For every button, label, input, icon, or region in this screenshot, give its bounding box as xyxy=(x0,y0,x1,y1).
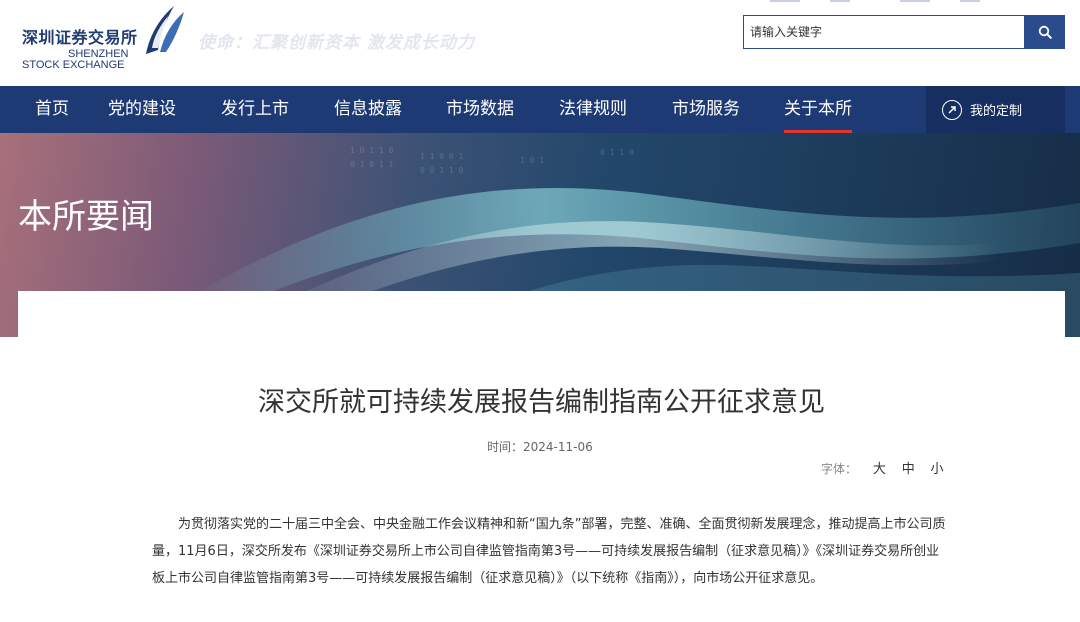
svg-text:0 0 1 1 0: 0 0 1 1 0 xyxy=(420,166,464,175)
nav-item-listing[interactable]: 发行上市 xyxy=(221,86,289,133)
article-title: 深交所就可持续发展报告编制指南公开征求意见 xyxy=(258,387,825,418)
article-card: 深交所就可持续发展报告编制指南公开征求意见 时间：2024-11-06 字体： … xyxy=(18,291,1065,622)
nav-item-rules[interactable]: 法律规则 xyxy=(559,86,627,133)
font-size-label: 字体： xyxy=(821,462,858,476)
search-button[interactable] xyxy=(1024,15,1065,49)
nav-item-market-data[interactable]: 市场数据 xyxy=(446,86,514,133)
site-header: 深圳证券交易所 SHENZHEN STOCK EXCHANGE 使命：汇聚创新资… xyxy=(0,0,1080,86)
search-bar xyxy=(743,15,1065,49)
svg-text:1 1 0 0 1: 1 1 0 0 1 xyxy=(420,152,464,161)
szse-logo[interactable]: 深圳证券交易所 SHENZHEN STOCK EXCHANGE xyxy=(20,4,190,72)
article-body: 为贯彻落实党的二十届三中全会、中央金融工作会议精神和新“国九条”部署，完整、准确… xyxy=(152,511,952,592)
font-size-small[interactable]: 小 xyxy=(931,462,944,477)
svg-text:0 1 1 0: 0 1 1 0 xyxy=(600,148,634,157)
nav-item-home[interactable]: 首页 xyxy=(35,86,69,133)
search-input[interactable] xyxy=(743,15,1024,49)
top-decoration xyxy=(770,0,980,2)
font-size-large[interactable]: 大 xyxy=(873,462,886,477)
my-custom-button[interactable]: 我的定制 xyxy=(926,86,1065,133)
svg-text:1 0 1: 1 0 1 xyxy=(520,156,544,165)
nav-item-disclosure[interactable]: 信息披露 xyxy=(334,86,402,133)
my-custom-label: 我的定制 xyxy=(970,104,1023,119)
font-size-switcher: 字体： 大 中 小 xyxy=(821,458,944,477)
logo-english-line2: STOCK EXCHANGE xyxy=(22,59,125,71)
szse-emblem-icon xyxy=(146,6,184,54)
logo-chinese-name: 深圳证券交易所 xyxy=(22,28,138,47)
main-nav: 首页 党的建设 发行上市 信息披露 市场数据 法律规则 市场服务 关于本所 我的… xyxy=(0,86,1080,133)
nav-item-services[interactable]: 市场服务 xyxy=(672,86,740,133)
date-value: 2024-11-06 xyxy=(523,440,593,454)
svg-text:1 0 1 1 0: 1 0 1 1 0 xyxy=(350,146,394,155)
nav-item-party-building[interactable]: 党的建设 xyxy=(108,86,176,133)
banner-title: 本所要闻 xyxy=(18,197,154,237)
date-label: 时间： xyxy=(487,440,524,454)
article-date: 时间：2024-11-06 xyxy=(487,438,593,455)
header-slogan: 使命：汇聚创新资本 激发成长动力 xyxy=(198,33,475,53)
font-size-medium[interactable]: 中 xyxy=(902,462,915,477)
custom-icon xyxy=(942,99,962,120)
nav-item-about[interactable]: 关于本所 xyxy=(784,86,852,133)
article-paragraph: 为贯彻落实党的二十届三中全会、中央金融工作会议精神和新“国九条”部署，完整、准确… xyxy=(152,517,946,586)
svg-text:0 1 0 1 1: 0 1 0 1 1 xyxy=(350,160,394,169)
search-icon xyxy=(1038,25,1052,39)
